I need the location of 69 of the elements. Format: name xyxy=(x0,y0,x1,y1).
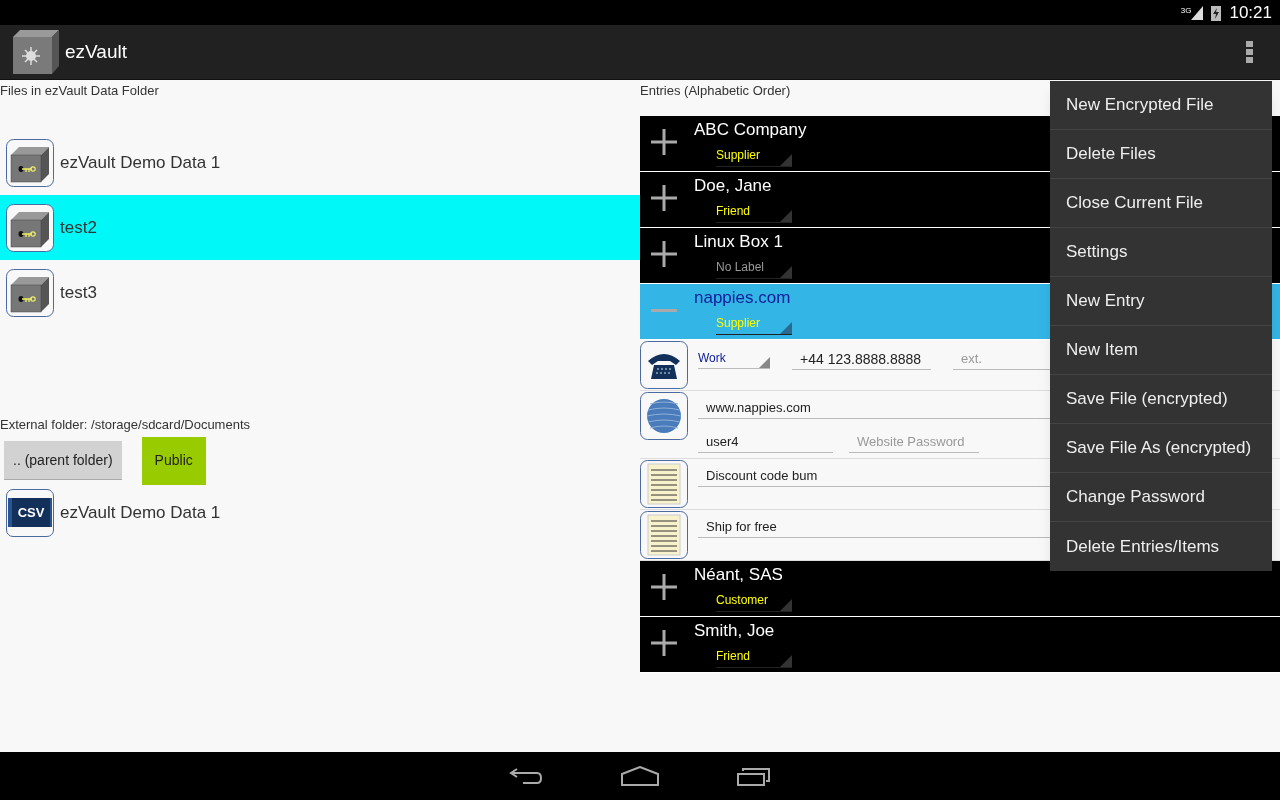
entry-name: nappies.com xyxy=(694,287,792,309)
dropdown-corner-icon xyxy=(780,266,792,278)
label-dropdown[interactable]: Friend xyxy=(716,646,792,668)
recent-apps-icon[interactable] xyxy=(737,766,771,786)
entry-name: Néant, SAS xyxy=(694,564,784,586)
menu-item[interactable]: Save File As (encrypted) xyxy=(1050,424,1272,473)
dropdown-corner-icon xyxy=(780,655,792,667)
entry-name: Doe, Jane xyxy=(694,175,773,197)
vault-logo-icon xyxy=(13,30,59,74)
note-icon xyxy=(640,460,688,508)
home-icon[interactable] xyxy=(621,766,659,786)
safe-icon xyxy=(6,268,54,317)
dropdown-corner-icon xyxy=(780,322,792,334)
menu-item[interactable]: Save File (encrypted) xyxy=(1050,375,1272,424)
file-row[interactable]: ezVault Demo Data 1 xyxy=(0,130,640,195)
section-heading: Entries (Alphabetic Order) xyxy=(640,82,792,100)
expand-icon[interactable] xyxy=(651,574,677,600)
back-icon[interactable] xyxy=(509,767,543,785)
expand-icon[interactable] xyxy=(651,185,677,211)
entry-name: ABC Company xyxy=(694,119,807,141)
file-name: ezVault Demo Data 1 xyxy=(60,151,221,174)
file-row[interactable]: test2 xyxy=(0,195,640,260)
label-dropdown[interactable]: Supplier xyxy=(716,145,792,167)
dropdown-corner-icon xyxy=(780,154,792,166)
phone-icon xyxy=(640,341,688,389)
expand-icon[interactable] xyxy=(651,129,677,155)
file-row[interactable]: test3 xyxy=(0,260,640,325)
dropdown-corner-icon xyxy=(759,357,770,368)
signal-icon xyxy=(1191,5,1204,20)
file-name: test3 xyxy=(60,281,97,304)
phone-type-dropdown[interactable]: Work xyxy=(698,349,770,369)
overflow-menu-icon[interactable] xyxy=(1246,41,1254,63)
app-title: ezVault xyxy=(65,39,127,64)
menu-item[interactable]: Close Current File xyxy=(1050,179,1272,228)
expand-icon[interactable] xyxy=(651,630,677,656)
parent-folder-button[interactable]: .. (parent folder) xyxy=(4,441,122,480)
safe-icon xyxy=(6,203,54,252)
clock-text: 10:21 xyxy=(1229,1,1272,24)
username-field[interactable]: user4 xyxy=(698,431,833,453)
folder-button[interactable]: Public xyxy=(141,436,206,485)
entry-row[interactable]: Néant, SAS Customer xyxy=(640,561,1280,617)
file-name: test2 xyxy=(60,216,97,239)
battery-icon xyxy=(1211,4,1222,21)
menu-item[interactable]: New Encrypted File xyxy=(1050,81,1272,130)
menu-item[interactable]: Change Password xyxy=(1050,473,1272,522)
folder-path-text: External folder: /storage/sdcard/Documents xyxy=(0,416,251,434)
file-row[interactable]: CSV ezVault Demo Data 1 xyxy=(0,484,640,541)
phone-number-field[interactable]: +44 123.8888.8888 xyxy=(792,348,931,370)
section-heading: Files in ezVault Data Folder xyxy=(0,82,160,100)
expand-icon[interactable] xyxy=(651,241,677,267)
password-field[interactable]: Website Password xyxy=(849,431,979,453)
menu-item[interactable]: Delete Files xyxy=(1050,130,1272,179)
menu-item[interactable]: New Item xyxy=(1050,326,1272,375)
globe-icon xyxy=(640,392,688,440)
dropdown-corner-icon xyxy=(780,599,792,611)
network-type-text: 3G xyxy=(1180,6,1192,15)
note-icon xyxy=(640,511,688,559)
entry-name: Smith, Joe xyxy=(694,620,776,642)
safe-icon xyxy=(6,138,54,187)
file-name: ezVault Demo Data 1 xyxy=(60,501,221,524)
entry-name: Linux Box 1 xyxy=(694,231,784,253)
menu-item[interactable]: New Entry xyxy=(1050,277,1272,326)
entry-row[interactable]: Smith, Joe Friend xyxy=(640,617,1280,673)
dropdown-corner-icon xyxy=(780,210,792,222)
label-dropdown[interactable]: Customer xyxy=(716,590,792,612)
csv-file-icon: CSV xyxy=(6,488,54,537)
label-dropdown[interactable]: No Label xyxy=(716,257,792,279)
label-dropdown[interactable]: Friend xyxy=(716,201,792,223)
menu-item[interactable]: Settings xyxy=(1050,228,1272,277)
